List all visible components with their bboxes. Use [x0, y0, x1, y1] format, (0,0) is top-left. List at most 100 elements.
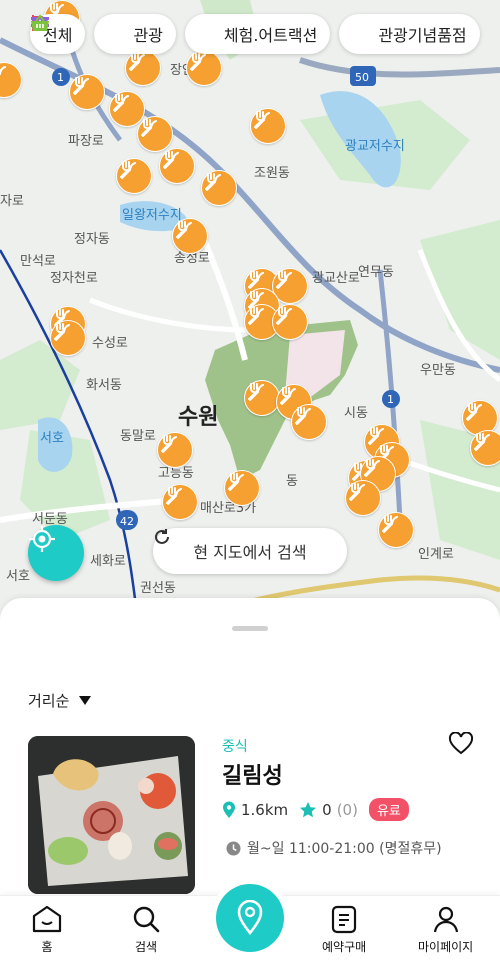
restaurant-pin[interactable] [244, 380, 280, 416]
business-hours: 월~일 11:00-21:00 (명절휴무) [226, 838, 442, 858]
review-count: (0) [336, 800, 358, 819]
fork-knife-icon [73, 77, 89, 95]
current-location-button[interactable] [28, 525, 84, 581]
home-icon [32, 905, 62, 933]
map-label: 화서동 [86, 378, 122, 393]
fork-knife-icon [176, 221, 192, 239]
paid-badge: 유료 [368, 798, 409, 821]
person-icon [433, 906, 458, 933]
ticket-icon [31, 17, 218, 44]
map-label: 수원 [178, 405, 218, 430]
restaurant-pin[interactable] [250, 108, 286, 144]
food-photo [28, 736, 195, 894]
sheet-handle[interactable] [232, 626, 268, 631]
flag-icon [32, 15, 127, 44]
fork-knife-icon [280, 387, 296, 405]
favorite-button[interactable] [448, 731, 474, 760]
map-label: 고등동 [158, 466, 194, 481]
map-label: 동 [286, 474, 298, 489]
location-pin-icon [223, 801, 235, 818]
fork-knife-icon [254, 111, 270, 129]
bottom-sheet: 거리순 중식 길림성 1.6km 0 (0) 유료 월~일 11:00-21:0… [0, 598, 500, 898]
refresh-icon [155, 529, 169, 544]
clock-icon [226, 841, 241, 855]
nav-label: 검색 [134, 940, 158, 954]
map-label: 광교저수지 [345, 139, 405, 154]
restaurant-pin[interactable] [186, 50, 222, 86]
restaurant-pin[interactable] [378, 512, 414, 548]
map-label: 광교산로 [312, 271, 360, 286]
fork-knife-icon [474, 433, 490, 451]
restaurant-pin[interactable] [162, 484, 198, 520]
restaurant-pin[interactable] [272, 304, 308, 340]
nav-map-button[interactable] [216, 884, 284, 952]
restaurant-pin[interactable] [125, 50, 161, 86]
fork-knife-icon [205, 173, 221, 191]
restaurant-pin[interactable] [116, 158, 152, 194]
nav-booking[interactable]: 예약구매 [322, 904, 366, 955]
fork-knife-icon [228, 473, 244, 491]
svg-text:1: 1 [57, 71, 64, 84]
search-icon [133, 906, 160, 933]
fork-knife-icon [276, 271, 292, 289]
restaurant-pin[interactable] [291, 404, 327, 440]
map-label: 동말로 [120, 429, 156, 444]
distance-text: 1.6km [241, 800, 289, 819]
filter-chip-souvenir[interactable]: 관광기념품점 [31, 14, 480, 54]
road-badge: 50 [350, 66, 376, 86]
map-label: 자로 [0, 194, 24, 209]
nav-label: 마이페이지 [418, 940, 474, 954]
nav-mypage[interactable]: 마이페이지 [418, 904, 473, 955]
restaurant-pin[interactable] [137, 116, 173, 152]
filter-chip-tourism[interactable]: 관광 [32, 14, 176, 54]
restaurant-pin[interactable] [201, 170, 237, 206]
fork-knife-icon [0, 66, 6, 76]
category-filter-bar: 전체 관광 체험.어트랙션 관광기념품점 [30, 14, 480, 54]
fork-knife-icon [382, 515, 398, 533]
restaurant-name[interactable]: 길림성 [222, 758, 283, 790]
nav-home[interactable]: 홈 [30, 904, 64, 955]
shopping-basket-icon [31, 14, 372, 44]
restaurant-pin[interactable] [224, 470, 260, 506]
restaurant-category: 중식 [222, 739, 248, 755]
search-this-area-label: 현 지도에서 검색 [193, 543, 307, 562]
map-label: 조원동 [254, 166, 290, 181]
map-label: 인계로 [418, 547, 454, 562]
fork-knife-icon [349, 483, 365, 501]
fork-knife-icon [276, 307, 292, 325]
map-label: 만석로 [20, 254, 56, 269]
restaurant-pin[interactable] [345, 480, 381, 516]
fork-knife-icon [163, 151, 179, 169]
map-view[interactable]: 광교저수지 일왕저수지 수원 서호 조원동 정자동 파장로 수성로 화서동 동말… [0, 0, 500, 640]
filter-chip-label: 관광 [133, 26, 163, 45]
filter-chip-experience[interactable]: 체험.어트랙션 [31, 14, 331, 54]
search-this-area-button[interactable]: 현 지도에서 검색 [153, 528, 347, 574]
map-label: 연무동 [358, 265, 394, 280]
map-pin-icon [237, 900, 263, 936]
restaurant-pin[interactable] [159, 148, 195, 184]
nav-label: 예약구매 [322, 940, 367, 954]
filter-chip-label: 체험.어트랙션 [223, 26, 318, 45]
fork-knife-icon [295, 407, 311, 425]
svg-text:42: 42 [120, 515, 134, 528]
filter-chip-label: 관광기념품점 [378, 26, 467, 45]
map-label: 파장로 [68, 134, 104, 149]
app-screen: 광교저수지 일왕저수지 수원 서호 조원동 정자동 파장로 수성로 화서동 동말… [0, 0, 500, 961]
fork-knife-icon [248, 383, 264, 401]
restaurant-pin[interactable] [172, 218, 208, 254]
restaurant-pin[interactable] [157, 432, 193, 468]
svg-text:50: 50 [355, 71, 369, 84]
fork-knife-icon [364, 459, 380, 477]
restaurant-pin[interactable] [69, 74, 105, 110]
nav-search[interactable]: 검색 [131, 904, 161, 955]
restaurant-pin[interactable] [50, 320, 86, 356]
sort-dropdown[interactable]: 거리순 [28, 690, 92, 711]
map-label: 시동 [344, 406, 368, 421]
fork-knife-icon [120, 161, 136, 179]
restaurant-meta: 1.6km 0 (0) 유료 [222, 798, 409, 821]
nav-label: 홈 [41, 940, 53, 954]
restaurant-thumbnail[interactable] [28, 736, 195, 894]
map-label: 권선동 [140, 581, 176, 596]
fork-knife-icon [54, 323, 70, 341]
restaurant-pin[interactable] [470, 430, 500, 466]
